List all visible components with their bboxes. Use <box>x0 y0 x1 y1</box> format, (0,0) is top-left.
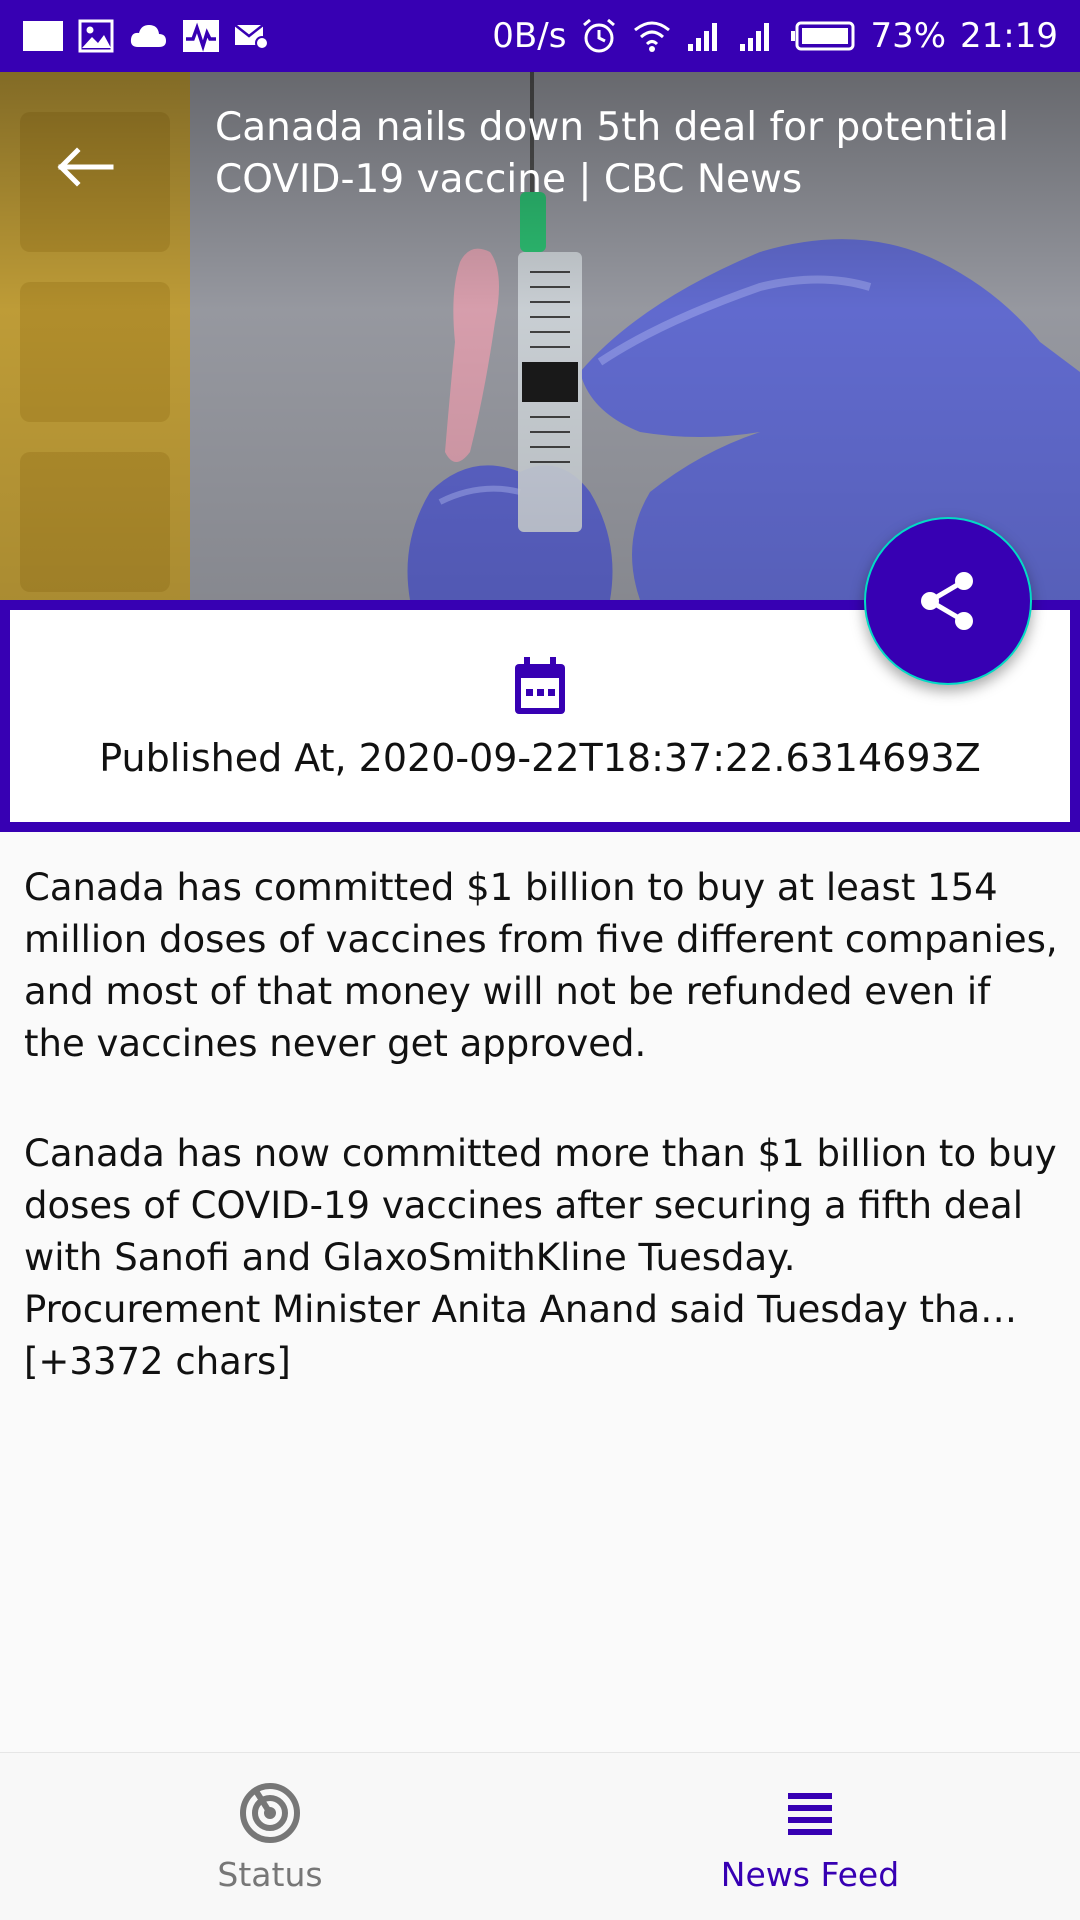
back-button[interactable] <box>50 132 120 202</box>
arrow-left-icon <box>57 147 114 187</box>
alarm-icon <box>580 17 618 55</box>
signal-icon <box>686 20 724 52</box>
cloud-icon <box>128 21 168 51</box>
list-icon <box>788 1793 832 1835</box>
article-hero-image: Canada nails down 5th deal for potential… <box>0 72 1080 600</box>
radar-icon <box>240 1783 300 1843</box>
network-speed: 0B/s <box>492 16 567 56</box>
mail-settings-icon <box>234 21 270 51</box>
published-at-text: Published At, 2020-09-22T18:37:22.631469… <box>99 736 981 780</box>
activity-icon <box>182 19 220 53</box>
battery-percent: 73% <box>870 16 947 56</box>
share-button[interactable] <box>864 517 1032 685</box>
nav-label-news-feed: News Feed <box>720 1855 900 1894</box>
wifi-icon <box>632 19 672 53</box>
article-paragraph-line: Procurement Minister Anita Anand said Tu… <box>24 1288 1018 1383</box>
status-bar-left <box>22 19 270 53</box>
nav-item-news-feed[interactable]: News Feed <box>540 1753 1080 1920</box>
calendar-icon <box>512 656 568 722</box>
status-bar: 0B/s 73% 21:19 <box>0 0 1080 72</box>
gallery-icon <box>78 19 114 53</box>
article-title: Canada nails down 5th deal for potential… <box>215 105 1010 202</box>
status-bar-right: 0B/s 73% 21:19 <box>492 16 1058 56</box>
article-body: Canada has committed $1 billion to buy a… <box>24 862 1060 1388</box>
battery-icon <box>790 20 856 52</box>
nav-label-status: Status <box>217 1855 323 1894</box>
article-paragraph-line: Canada has now committed more than $1 bi… <box>24 1132 1057 1279</box>
nav-item-status[interactable]: Status <box>0 1753 540 1920</box>
signal-icon <box>738 20 776 52</box>
share-icon <box>921 572 973 630</box>
article-paragraph: Canada has now committed more than $1 bi… <box>24 1128 1060 1388</box>
article-paragraph: Canada has committed $1 billion to buy a… <box>24 866 1058 1065</box>
notification-square-icon <box>22 19 64 53</box>
bottom-navigation: Status News Feed <box>0 1752 1080 1920</box>
clock: 21:19 <box>960 16 1058 56</box>
